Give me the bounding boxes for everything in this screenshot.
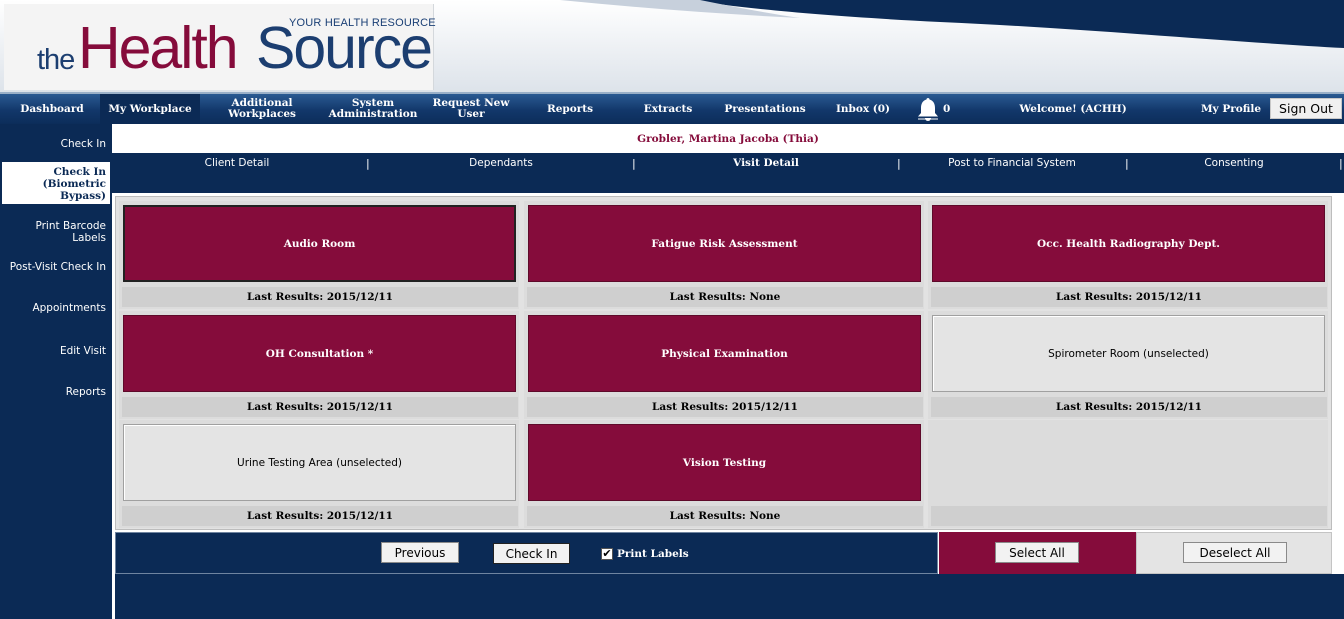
nav-extracts[interactable]: Extracts — [628, 94, 708, 124]
room-cell: Vision Testing Last Results: None — [524, 420, 924, 528]
deselect-all-button[interactable]: Deselect All — [1183, 542, 1287, 563]
room-button-audio-room[interactable]: Audio Room — [123, 205, 516, 282]
logo-source-text: Source — [256, 15, 433, 81]
room-cell: Fatigue Risk Assessment Last Results: No… — [524, 201, 924, 309]
nav-reports[interactable]: Reports — [530, 94, 610, 124]
main-nav: Dashboard My Workplace Additional Workpl… — [0, 92, 1344, 124]
select-all-button[interactable]: Select All — [995, 542, 1079, 563]
print-labels-checkbox[interactable]: ✔ — [601, 548, 613, 560]
last-results: Last Results: 2015/12/11 — [122, 287, 518, 307]
welcome-user: Welcome! (ACHH) — [1019, 102, 1127, 115]
subnav-separator: | — [897, 157, 901, 170]
last-results: Last Results: 2015/12/11 — [527, 397, 923, 417]
print-labels-option[interactable]: ✔ Print Labels — [601, 548, 689, 560]
nav-my-profile[interactable]: My Profile — [1196, 94, 1266, 124]
nav-my-workplace[interactable]: My Workplace — [100, 94, 200, 124]
last-results: Last Results: 2015/12/11 — [931, 287, 1327, 307]
previous-button[interactable]: Previous — [381, 542, 459, 563]
header: YOUR HEALTH RESOURCE Health Source the — [0, 0, 1344, 92]
nav-inbox[interactable]: Inbox (0) — [826, 94, 900, 124]
nav-additional-workplaces[interactable]: Additional Workplaces — [214, 94, 310, 124]
check-in-button[interactable]: Check In — [493, 543, 570, 564]
sidebar-item-edit-visit[interactable]: Edit Visit — [0, 345, 110, 357]
room-button-occ-health-radiography[interactable]: Occ. Health Radiography Dept. — [932, 205, 1325, 282]
last-results: Last Results: None — [527, 287, 923, 307]
sidebar-item-check-in-biometric-bypass[interactable]: Check In (Biometric Bypass) — [2, 162, 110, 204]
last-results: Last Results: 2015/12/11 — [931, 397, 1327, 417]
nav-dashboard[interactable]: Dashboard — [4, 94, 100, 124]
room-cell: Occ. Health Radiography Dept. Last Resul… — [928, 201, 1328, 309]
bell-icon[interactable] — [913, 96, 943, 124]
sidebar-item-appointments[interactable]: Appointments — [0, 302, 110, 314]
sidebar: Check In Check In (Biometric Bypass) Pri… — [0, 124, 112, 619]
room-button-urine-testing-area[interactable]: Urine Testing Area (unselected) — [123, 424, 516, 501]
subnav-separator: | — [366, 157, 370, 170]
sign-out-button[interactable]: Sign Out — [1270, 98, 1342, 119]
room-cell: Spirometer Room (unselected) Last Result… — [928, 311, 1328, 419]
tab-visit-detail[interactable]: Visit Detail — [701, 157, 831, 169]
rooms-grid: Audio Room Last Results: 2015/12/11 Fati… — [115, 196, 1332, 530]
sidebar-item-post-visit-check-in[interactable]: Post-Visit Check In — [0, 261, 110, 273]
nav-presentations[interactable]: Presentations — [718, 94, 812, 124]
tab-client-detail[interactable]: Client Detail — [172, 157, 302, 169]
room-button-spirometer-room[interactable]: Spirometer Room (unselected) — [932, 315, 1325, 392]
subnav-separator: | — [1125, 157, 1129, 170]
patient-name: Grobler, Martina Jacoba (Thia) — [112, 124, 1344, 153]
nav-system-administration[interactable]: System Administration — [324, 94, 422, 124]
last-results: Last Results: 2015/12/11 — [122, 506, 518, 526]
sidebar-item-check-in[interactable]: Check In — [0, 138, 110, 150]
room-button-fatigue-risk-assessment[interactable]: Fatigue Risk Assessment — [528, 205, 921, 282]
room-button-physical-examination[interactable]: Physical Examination — [528, 315, 921, 392]
subnav-separator: | — [632, 157, 636, 170]
footer-bar — [115, 574, 1344, 619]
logo-the-text: the — [37, 44, 75, 76]
subnav-separator: | — [1339, 157, 1343, 170]
room-cell-empty — [928, 420, 1328, 528]
visit-subnav: Client Detail | Dependants | Visit Detai… — [112, 153, 1344, 193]
notification-count: 0 — [943, 103, 951, 115]
sidebar-item-reports[interactable]: Reports — [0, 386, 110, 398]
room-cell: OH Consultation * Last Results: 2015/12/… — [119, 311, 519, 419]
room-cell: Physical Examination Last Results: 2015/… — [524, 311, 924, 419]
tab-dependants[interactable]: Dependants — [436, 157, 566, 169]
print-labels-label: Print Labels — [617, 548, 689, 560]
last-results: Last Results: 2015/12/11 — [122, 397, 518, 417]
room-button-oh-consultation[interactable]: OH Consultation * — [123, 315, 516, 392]
room-button-vision-testing[interactable]: Vision Testing — [528, 424, 921, 501]
sidebar-item-print-barcode-labels[interactable]: Print Barcode Labels — [0, 220, 110, 244]
last-results-empty — [931, 506, 1327, 526]
tab-post-to-financial-system[interactable]: Post to Financial System — [942, 157, 1082, 169]
tab-consenting[interactable]: Consenting — [1172, 157, 1296, 169]
nav-request-new-user[interactable]: Request New User — [430, 94, 512, 124]
room-cell: Audio Room Last Results: 2015/12/11 — [119, 201, 519, 309]
last-results: Last Results: None — [527, 506, 923, 526]
logo-health-text: Health — [78, 15, 239, 81]
room-cell: Urine Testing Area (unselected) Last Res… — [119, 420, 519, 528]
